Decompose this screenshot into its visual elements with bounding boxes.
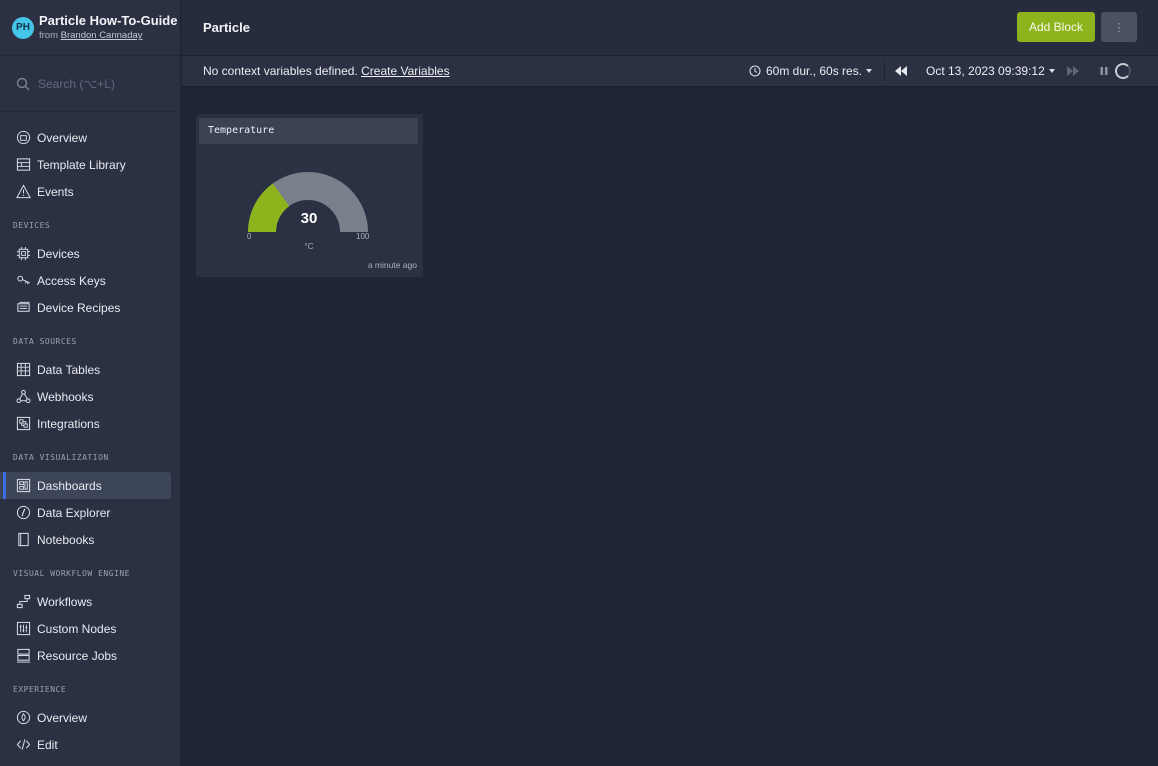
clock-icon: [749, 65, 761, 77]
chip-icon: [16, 246, 31, 261]
app-owner-line: from Brandon Cannaday: [39, 29, 177, 42]
sidebar-item-integrations[interactable]: Integrations: [0, 410, 180, 437]
sidebar-nav: Overview Template Library Events DEVICES…: [0, 112, 180, 758]
section-heading-data-sources: DATA SOURCES: [13, 337, 77, 346]
rewind-icon[interactable]: [894, 65, 908, 77]
owner-link[interactable]: Brandon Cannaday: [61, 30, 143, 41]
sidebar-item-overview[interactable]: Overview: [0, 124, 180, 151]
sidebar-item-events[interactable]: Events: [0, 178, 180, 205]
integration-icon: [16, 416, 31, 431]
temperature-gauge: [248, 172, 368, 233]
sidebar-item-devices[interactable]: Devices: [0, 240, 180, 267]
more-options-button[interactable]: ⋮: [1101, 12, 1137, 42]
workflow-icon: [16, 594, 31, 609]
compass-icon: [16, 505, 31, 520]
sidebar-item-label: Overview: [37, 710, 88, 725]
sidebar-item-label: Data Tables: [37, 362, 101, 377]
chevron-down-icon: [866, 69, 873, 73]
duration-label: 60m dur., 60s res.: [766, 64, 863, 78]
sidebar-item-experience-overview[interactable]: Overview: [0, 704, 180, 731]
dashboard-icon: [16, 478, 31, 493]
sidebar-item-label: Integrations: [37, 416, 100, 431]
sidebar-item-data-explorer[interactable]: Data Explorer: [0, 499, 180, 526]
recipe-icon: [17, 301, 30, 312]
overview-drop-icon: [16, 710, 31, 725]
timestamp-label: Oct 13, 2023 09:39:12: [926, 64, 1045, 78]
key-icon: [17, 275, 30, 285]
webhook-icon: [16, 389, 31, 404]
sidebar-item-label: Dashboards: [37, 478, 102, 493]
sidebar-item-label: Devices: [37, 246, 80, 261]
sidebar-item-edit[interactable]: Edit: [0, 731, 180, 758]
last-updated-label: a minute ago: [367, 260, 417, 270]
page-title: Particle: [203, 20, 250, 35]
gauge-fill: [248, 183, 290, 233]
sidebar-item-data-tables[interactable]: Data Tables: [0, 356, 180, 383]
table-icon: [16, 362, 31, 377]
overview-icon: [16, 130, 31, 145]
loading-spinner-icon: [1115, 63, 1131, 79]
from-label: from: [39, 30, 58, 41]
sidebar-item-label: Overview: [37, 130, 88, 145]
sidebar: PH Particle How-To-Guide from Brandon Ca…: [0, 0, 181, 766]
context-message: No context variables defined. Create Var…: [203, 64, 450, 78]
section-heading-visual-workflow-engine: VISUAL WORKFLOW ENGINE: [13, 569, 130, 578]
search-bar[interactable]: Search (⌥+L): [0, 56, 180, 112]
sidebar-item-label: Edit: [37, 737, 58, 752]
sidebar-item-label: Webhooks: [37, 389, 94, 404]
sidebar-item-label: Custom Nodes: [37, 621, 117, 636]
sidebar-item-template-library[interactable]: Template Library: [0, 151, 180, 178]
context-bar: No context variables defined. Create Var…: [182, 56, 1158, 87]
divider: [884, 62, 885, 81]
gauge-unit: °C: [304, 242, 314, 251]
sidebar-item-notebooks[interactable]: Notebooks: [0, 526, 180, 553]
sidebar-item-label: Notebooks: [37, 532, 95, 547]
sidebar-item-dashboards[interactable]: Dashboards: [0, 472, 171, 499]
context-text: No context variables defined.: [203, 64, 358, 78]
app-avatar[interactable]: PH: [12, 16, 34, 39]
section-heading-devices: DEVICES: [13, 221, 51, 230]
notebook-icon: [18, 532, 29, 547]
sidebar-item-webhooks[interactable]: Webhooks: [0, 383, 180, 410]
sidebar-item-label: Workflows: [37, 594, 93, 609]
page-header: Particle Add Block ⋮: [182, 0, 1158, 56]
server-icon: [16, 648, 31, 663]
app-header: PH Particle How-To-Guide from Brandon Ca…: [0, 0, 180, 56]
gauge-value: 30: [300, 210, 318, 227]
sidebar-item-label: Template Library: [37, 157, 126, 172]
sidebar-item-resource-jobs[interactable]: Resource Jobs: [0, 642, 180, 669]
sidebar-item-label: Access Keys: [37, 273, 106, 288]
chevron-down-icon: [1048, 69, 1055, 73]
warning-icon: [16, 184, 31, 199]
sidebar-item-label: Resource Jobs: [37, 648, 118, 663]
sidebar-item-label: Data Explorer: [37, 505, 111, 520]
template-icon: [16, 158, 31, 171]
section-heading-data-visualization: DATA VISUALIZATION: [13, 453, 109, 462]
temperature-widget[interactable]: Temperature 0 100 30 °C a minute ago: [196, 114, 423, 277]
sidebar-item-label: Device Recipes: [37, 300, 121, 315]
widget-header[interactable]: Temperature: [199, 118, 418, 144]
fast-forward-icon[interactable]: [1066, 65, 1080, 77]
section-heading-experience: EXPERIENCE: [13, 685, 67, 694]
code-icon: [16, 739, 31, 750]
pause-icon[interactable]: [1099, 66, 1109, 76]
gauge-max-label: 100: [356, 232, 370, 241]
sidebar-item-device-recipes[interactable]: Device Recipes: [0, 294, 180, 321]
time-selector[interactable]: Oct 13, 2023 09:39:12: [926, 64, 1055, 78]
duration-selector[interactable]: 60m dur., 60s res.: [749, 64, 873, 78]
app-title[interactable]: Particle How-To-Guide: [39, 13, 177, 28]
sidebar-item-custom-nodes[interactable]: Custom Nodes: [0, 615, 180, 642]
create-variables-link[interactable]: Create Variables: [361, 64, 450, 78]
sidebar-item-access-keys[interactable]: Access Keys: [0, 267, 180, 294]
custom-node-icon: [16, 621, 31, 636]
gauge-min-label: 0: [247, 232, 252, 241]
search-placeholder[interactable]: Search (⌥+L): [38, 77, 115, 91]
widget-title: Temperature: [208, 125, 275, 136]
sidebar-item-workflows[interactable]: Workflows: [0, 588, 180, 615]
add-block-button[interactable]: Add Block: [1017, 12, 1095, 42]
search-icon: [16, 77, 30, 90]
sidebar-item-label: Events: [37, 184, 74, 199]
